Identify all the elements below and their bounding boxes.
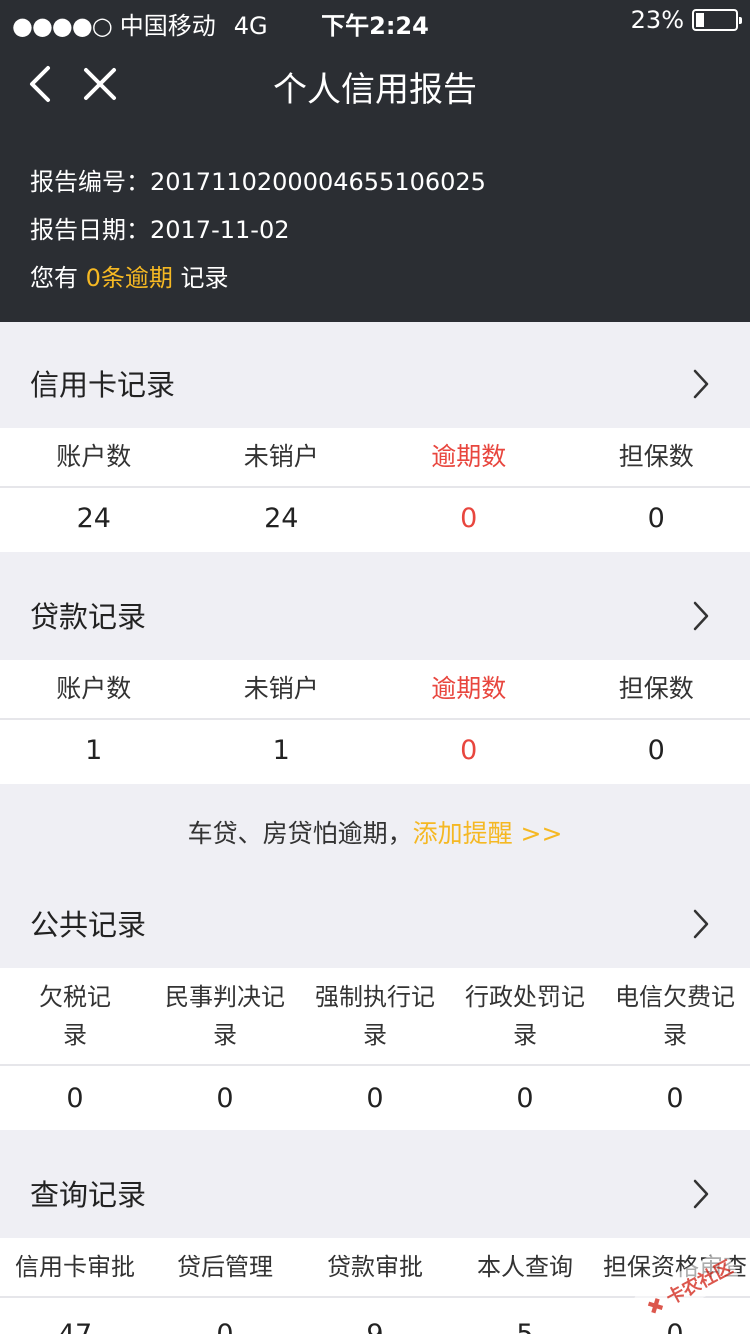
header-line: 录 (513, 1021, 537, 1049)
report-summary: 报告编号：20171102000046551060​25 报告日期：2017-1… (0, 128, 750, 322)
nav-bar: 个人信用报告 (0, 40, 750, 128)
header-accounts: 账户数 (56, 442, 132, 471)
header-guarantee: 担保数 (618, 442, 694, 471)
header-civil: 民事判决记录 (150, 978, 300, 1064)
table-row: 24 24 0 0 (0, 488, 750, 550)
section-title: 查询记录 (30, 1178, 147, 1212)
loan-table: 账户数 未销户 逾期数 担保数 1 1 0 0 (0, 660, 750, 784)
header-line: 欠税记 (39, 983, 111, 1011)
chevron-right-icon (693, 601, 709, 631)
report-number: 报告编号：20171102000046551060​25 (30, 162, 486, 197)
report-date: 报告日期：2017-11-02 (30, 210, 289, 245)
report-number-value: 20171102000046551060​25 (150, 168, 486, 196)
header-penalty: 行政处罚记录 (450, 978, 600, 1064)
value-post-loan: 0 (150, 1304, 300, 1334)
add-reminder-link[interactable]: 添加提醒 >> (413, 819, 563, 848)
value-loan-approval: 9 (300, 1304, 450, 1334)
status-bar: ●●●●○ 中国移动 4G 下午2:24 23% (0, 0, 750, 40)
table-header-row: 账户数 未销户 逾期数 担保数 (0, 660, 750, 718)
section-title: 公共记录 (30, 908, 147, 942)
value-open: 24 (264, 503, 299, 534)
value-civil: 0 (216, 1083, 234, 1114)
section-title: 信用卡记录 (30, 368, 176, 402)
header-self-query: 本人查询 (477, 1253, 573, 1281)
value-self-query: 5 (450, 1304, 600, 1334)
table-row: 0 0 0 0 0 (0, 1068, 750, 1130)
header-open: 未销户 (243, 442, 319, 471)
overdue-suffix: 记录 (172, 264, 229, 292)
credit-card-table: 账户数 未销户 逾期数 担保数 24 24 0 0 (0, 428, 750, 552)
section-credit-card[interactable]: 信用卡记录 (0, 340, 750, 428)
table-row: 1 1 0 0 (0, 720, 750, 782)
header-line: 电信欠费记 (615, 983, 735, 1011)
section-loan[interactable]: 贷款记录 (0, 572, 750, 660)
header-card-approval: 信用卡审批 (15, 1253, 135, 1281)
header-line: 录 (363, 1021, 387, 1049)
overdue-prefix: 您有 (30, 264, 86, 292)
header-loan-approval: 贷款审批 (327, 1253, 423, 1281)
header-overdue: 逾期数 (431, 442, 507, 471)
page-title: 个人信用报告 (273, 70, 477, 110)
report-date-label: 报告日期： (30, 216, 150, 244)
divider (0, 1064, 750, 1066)
overdue-count: 0条逾期 (85, 264, 173, 292)
header-line: 民事判决记 (165, 983, 285, 1011)
report-number-label: 报告编号： (30, 168, 150, 196)
reminder-banner: 车贷、房贷怕逾期，添加提醒 >> (0, 804, 750, 864)
battery-percent: 23% (630, 6, 684, 34)
value-accounts: 1 (85, 735, 103, 766)
value-overdue: 0 (460, 503, 478, 534)
value-tax: 0 (66, 1083, 84, 1114)
header-enforcement: 强制执行记录 (300, 978, 450, 1064)
header-accounts: 账户数 (56, 674, 132, 703)
table-header-row: 欠税记录 民事判决记录 强制执行记录 行政处罚记录 电信欠费记录 (0, 978, 750, 1064)
chevron-right-icon (693, 909, 709, 939)
header-open: 未销户 (243, 674, 319, 703)
header-line: 强制执行记 (315, 983, 435, 1011)
header-telecom: 电信欠费记录 (600, 978, 750, 1064)
header-overdue: 逾期数 (431, 674, 507, 703)
section-title: 贷款记录 (30, 600, 147, 634)
header-tax: 欠税记录 (0, 978, 150, 1064)
section-public-records[interactable]: 公共记录 (0, 880, 750, 968)
header-guarantee: 担保数 (618, 674, 694, 703)
chevron-right-icon (693, 1179, 709, 1209)
status-right: 23% (630, 6, 742, 34)
value-telecom: 0 (666, 1083, 684, 1114)
value-penalty: 0 (516, 1083, 534, 1114)
overdue-summary: 您有 0条逾期 记录 (30, 258, 229, 293)
chevron-right-icon (693, 369, 709, 399)
battery-icon (692, 9, 742, 31)
public-records-table: 欠税记录 民事判决记录 强制执行记录 行政处罚记录 电信欠费记录 0 0 0 0… (0, 968, 750, 1130)
value-open: 1 (272, 735, 290, 766)
header-post-loan: 贷后管理 (177, 1253, 273, 1281)
value-guarantee: 0 (647, 503, 665, 534)
header-line: 录 (63, 1021, 87, 1049)
value-card-approval: 47 (0, 1304, 150, 1334)
header-line: 行政处罚记 (465, 983, 585, 1011)
table-header-row: 账户数 未销户 逾期数 担保数 (0, 428, 750, 486)
reminder-text: 车贷、房贷怕逾期， (187, 819, 413, 848)
value-enforcement: 0 (366, 1083, 384, 1114)
section-query-records[interactable]: 查询记录 (0, 1150, 750, 1238)
report-date-value: 2017-11-02 (150, 216, 290, 244)
header-line: 录 (663, 1021, 687, 1049)
header-line: 录 (213, 1021, 237, 1049)
value-guarantee: 0 (647, 735, 665, 766)
value-overdue: 0 (460, 735, 478, 766)
value-accounts: 24 (76, 503, 111, 534)
